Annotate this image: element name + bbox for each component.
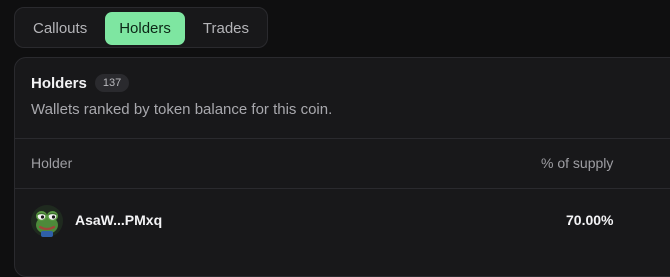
table-row[interactable]: AsaW...PMxq 70.00%	[15, 189, 670, 251]
divider	[15, 138, 670, 139]
supply-percentage: 70.00%	[566, 212, 614, 228]
tab-holders[interactable]: Holders	[105, 12, 185, 45]
panel-description: Wallets ranked by token balance for this…	[31, 101, 333, 118]
tab-callouts[interactable]: Callouts	[19, 12, 101, 45]
tab-bar: Callouts Holders Trades	[14, 7, 269, 48]
tab-trades[interactable]: Trades	[189, 12, 263, 45]
pepe-frog-icon	[31, 205, 63, 237]
holder-count-badge: 137	[94, 74, 130, 92]
panel-header: Holders 137	[31, 74, 130, 92]
panel-title: Holders	[31, 74, 87, 92]
holder-address[interactable]: AsaW...PMxq	[75, 212, 162, 228]
holders-panel: Holders 137 Wallets ranked by token bala…	[14, 57, 670, 277]
column-header-supply[interactable]: % of supply	[541, 155, 613, 171]
column-header-holder[interactable]: Holder	[31, 155, 72, 171]
